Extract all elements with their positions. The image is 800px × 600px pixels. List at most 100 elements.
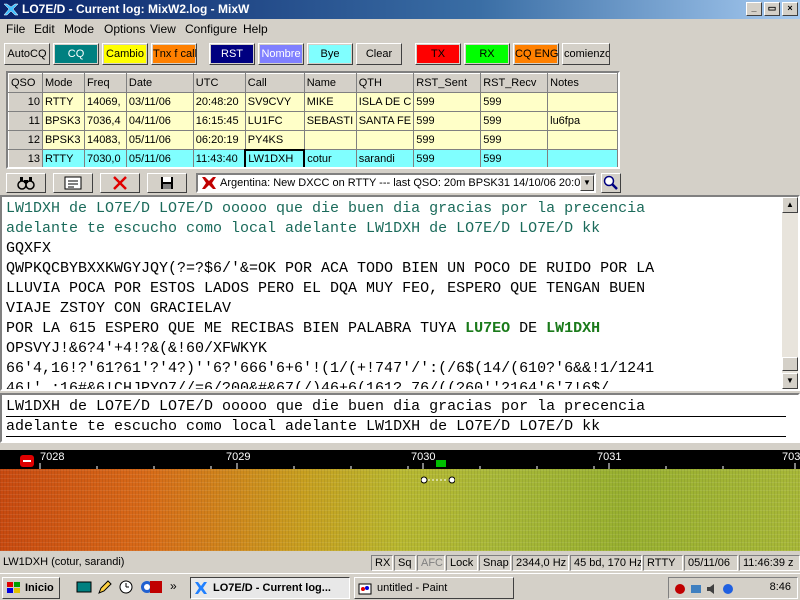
- minimize-button[interactable]: _: [746, 2, 762, 16]
- mode-cell[interactable]: BPSK3: [41, 130, 85, 150]
- tx-button[interactable]: TX: [415, 43, 461, 65]
- col-header-utc[interactable]: UTC: [192, 73, 246, 93]
- save-qso-button[interactable]: [147, 173, 187, 193]
- call-cell[interactable]: SV9CVY: [244, 92, 305, 112]
- volume-tray-icon[interactable]: [705, 582, 719, 596]
- comienzo-button[interactable]: comienzo: [562, 43, 610, 65]
- rtty-tone-marker[interactable]: [421, 475, 455, 485]
- menu-help[interactable]: Help: [243, 22, 268, 36]
- waterfall-display[interactable]: [0, 469, 800, 551]
- col-header-name[interactable]: Name: [303, 73, 357, 93]
- rst-recv-cell[interactable]: 599: [480, 111, 549, 131]
- status-snap[interactable]: Snap: [479, 555, 511, 571]
- rst-sent-cell[interactable]: 599: [413, 92, 482, 112]
- table-row[interactable]: 11 BPSK3 7036,4 04/11/06 16:15:45 LU1FC …: [8, 111, 618, 131]
- rx-scrollbar[interactable]: ▲ ▼: [782, 197, 798, 389]
- cq-eng-button[interactable]: CQ ENG: [513, 43, 559, 65]
- media-icon[interactable]: [148, 579, 164, 595]
- table-row-selected[interactable]: 13 RTTY 7030,0 05/11/06 11:43:40 LW1DXH …: [8, 148, 618, 167]
- rx-button[interactable]: RX: [464, 43, 510, 65]
- rst-sent-cell[interactable]: 599: [413, 149, 482, 167]
- qso-log-panel[interactable]: QSO Mode Freq Date UTC Call Name QTH RST…: [6, 71, 620, 169]
- utc-cell[interactable]: 06:20:19: [192, 130, 246, 150]
- status-mode[interactable]: RTTY: [643, 555, 683, 571]
- task-paint[interactable]: untitled - Paint: [354, 577, 514, 599]
- scroll-down-icon[interactable]: ▼: [782, 373, 798, 389]
- status-frequency[interactable]: 2344,0 Hz: [512, 555, 569, 571]
- callsign-link[interactable]: LW1DXH: [546, 320, 600, 337]
- call-cell[interactable]: LU1FC: [244, 111, 305, 131]
- task-mixw[interactable]: LO7E/D - Current log...: [190, 577, 350, 599]
- date-cell[interactable]: 03/11/06: [125, 92, 194, 112]
- scroll-up-icon[interactable]: ▲: [782, 197, 798, 213]
- tuning-indicator[interactable]: [436, 460, 446, 467]
- menu-mode[interactable]: Mode: [64, 22, 94, 36]
- scroll-thumb[interactable]: [782, 357, 798, 371]
- utc-cell[interactable]: 11:43:40: [192, 149, 246, 167]
- clock-icon[interactable]: [118, 579, 134, 595]
- call-cell[interactable]: PY4KS: [244, 130, 305, 150]
- menu-options[interactable]: Options: [104, 22, 145, 36]
- freq-cell[interactable]: 7036,4: [83, 111, 127, 131]
- utc-cell[interactable]: 16:15:45: [192, 111, 246, 131]
- date-cell[interactable]: 04/11/06: [125, 111, 194, 131]
- network-tray-icon[interactable]: [689, 582, 703, 596]
- utc-cell[interactable]: 20:48:20: [192, 92, 246, 112]
- transmit-text[interactable]: LW1DXH de LO7E/D LO7E/D ooooo que die bu…: [6, 397, 786, 437]
- call-cell-focused[interactable]: LW1DXH: [244, 148, 306, 167]
- status-squelch[interactable]: Sq: [394, 555, 416, 571]
- antivirus-tray-icon[interactable]: [673, 582, 687, 596]
- nombre-button[interactable]: Nombre: [258, 43, 304, 65]
- delete-qso-button[interactable]: [100, 173, 140, 193]
- qth-cell[interactable]: SANTA FE: [355, 111, 415, 131]
- clear-button[interactable]: Clear: [356, 43, 402, 65]
- name-cell[interactable]: MIKE: [303, 92, 357, 112]
- col-header-qso[interactable]: QSO: [8, 73, 43, 93]
- col-header-mode[interactable]: Mode: [41, 73, 85, 93]
- status-lock[interactable]: Lock: [446, 555, 478, 571]
- col-header-call[interactable]: Call: [244, 73, 305, 93]
- menu-edit[interactable]: Edit: [34, 22, 55, 36]
- rst-recv-cell[interactable]: 599: [480, 92, 549, 112]
- maximize-button[interactable]: ▭: [764, 2, 780, 16]
- qth-cell[interactable]: ISLA DE C: [355, 92, 415, 112]
- notes-cell[interactable]: [547, 130, 618, 150]
- rst-sent-cell[interactable]: 599: [413, 130, 482, 150]
- edit-qso-button[interactable]: [53, 173, 93, 193]
- lookup-button[interactable]: [601, 173, 621, 193]
- autocq-button[interactable]: AutoCQ: [4, 43, 50, 65]
- menu-file[interactable]: File: [6, 22, 25, 36]
- mode-cell[interactable]: BPSK3: [41, 111, 85, 131]
- name-cell[interactable]: [303, 130, 357, 150]
- close-button[interactable]: ×: [782, 2, 798, 16]
- col-header-notes[interactable]: Notes: [547, 73, 618, 93]
- binoculars-button[interactable]: [6, 173, 46, 193]
- rst-sent-cell[interactable]: 599: [413, 111, 482, 131]
- col-header-rst-sent[interactable]: RST_Sent: [413, 73, 482, 93]
- table-row[interactable]: 10 RTTY 14069, 03/11/06 20:48:20 SV9CVY …: [8, 92, 618, 112]
- freq-cell[interactable]: 14083,: [83, 130, 127, 150]
- notes-cell[interactable]: lu6fpa: [547, 111, 618, 131]
- mode-cell[interactable]: RTTY: [41, 149, 85, 167]
- qth-cell[interactable]: sarandi: [355, 149, 415, 167]
- col-header-qth[interactable]: QTH: [355, 73, 415, 93]
- cambio-button[interactable]: Cambio: [102, 43, 148, 65]
- status-rx[interactable]: RX: [371, 555, 393, 571]
- status-afc[interactable]: AFC: [417, 555, 445, 571]
- chevron-down-icon[interactable]: ▼: [580, 175, 594, 191]
- pencil-icon[interactable]: [97, 579, 113, 595]
- qth-cell[interactable]: [355, 130, 415, 150]
- date-cell[interactable]: 05/11/06: [125, 130, 194, 150]
- notes-cell[interactable]: [547, 92, 618, 112]
- rst-recv-cell[interactable]: 599: [480, 149, 549, 167]
- desktop-icon[interactable]: [76, 579, 92, 595]
- transmit-text-window[interactable]: LW1DXH de LO7E/D LO7E/D ooooo que die bu…: [0, 393, 800, 443]
- freq-cell[interactable]: 7030,0: [83, 149, 127, 167]
- status-baud[interactable]: 45 bd, 170 Hz: [570, 555, 642, 571]
- title-bar[interactable]: LO7E/D - Current log: MixW2.log - MixW _…: [0, 0, 800, 19]
- more-quicklaunch[interactable]: »: [170, 579, 186, 595]
- app-tray-icon[interactable]: [721, 582, 735, 596]
- notes-cell[interactable]: [547, 149, 618, 167]
- name-cell[interactable]: cotur: [303, 149, 357, 167]
- receive-text-window[interactable]: LW1DXH de LO7E/D LO7E/D ooooo que die bu…: [0, 195, 800, 391]
